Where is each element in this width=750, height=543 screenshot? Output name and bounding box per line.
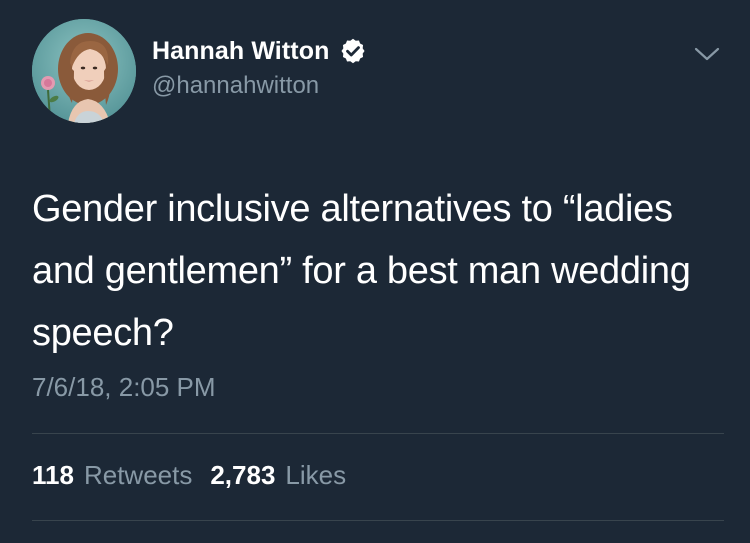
retweets-count: 118 (32, 460, 74, 490)
author-handle[interactable]: @hannahwitton (152, 72, 319, 100)
likes-label: Likes (285, 460, 347, 490)
divider (32, 433, 724, 434)
likes-count: 2,783 (210, 460, 276, 490)
tweet-text: Gender inclusive alternatives to “ladies… (32, 188, 691, 354)
tweet-stats: 118 Retweets 2,783 Likes (32, 460, 346, 491)
author-name-row: Hannah Witton (152, 33, 367, 69)
retweets-stat[interactable]: 118 Retweets (32, 460, 192, 491)
avatar-photo (32, 19, 136, 123)
retweets-label: Retweets (83, 460, 193, 490)
tweet-card: Hannah Witton @hannahwitton Gender inclu… (0, 0, 750, 543)
avatar[interactable] (32, 19, 136, 123)
display-name[interactable]: Hannah Witton (152, 37, 329, 66)
verified-badge-icon (339, 37, 367, 65)
chevron-down-icon[interactable] (692, 44, 722, 64)
likes-stat[interactable]: 2,783 Likes (210, 460, 346, 491)
tweet-timestamp[interactable]: 7/6/18, 2:05 PM (32, 372, 216, 403)
divider (32, 520, 724, 521)
